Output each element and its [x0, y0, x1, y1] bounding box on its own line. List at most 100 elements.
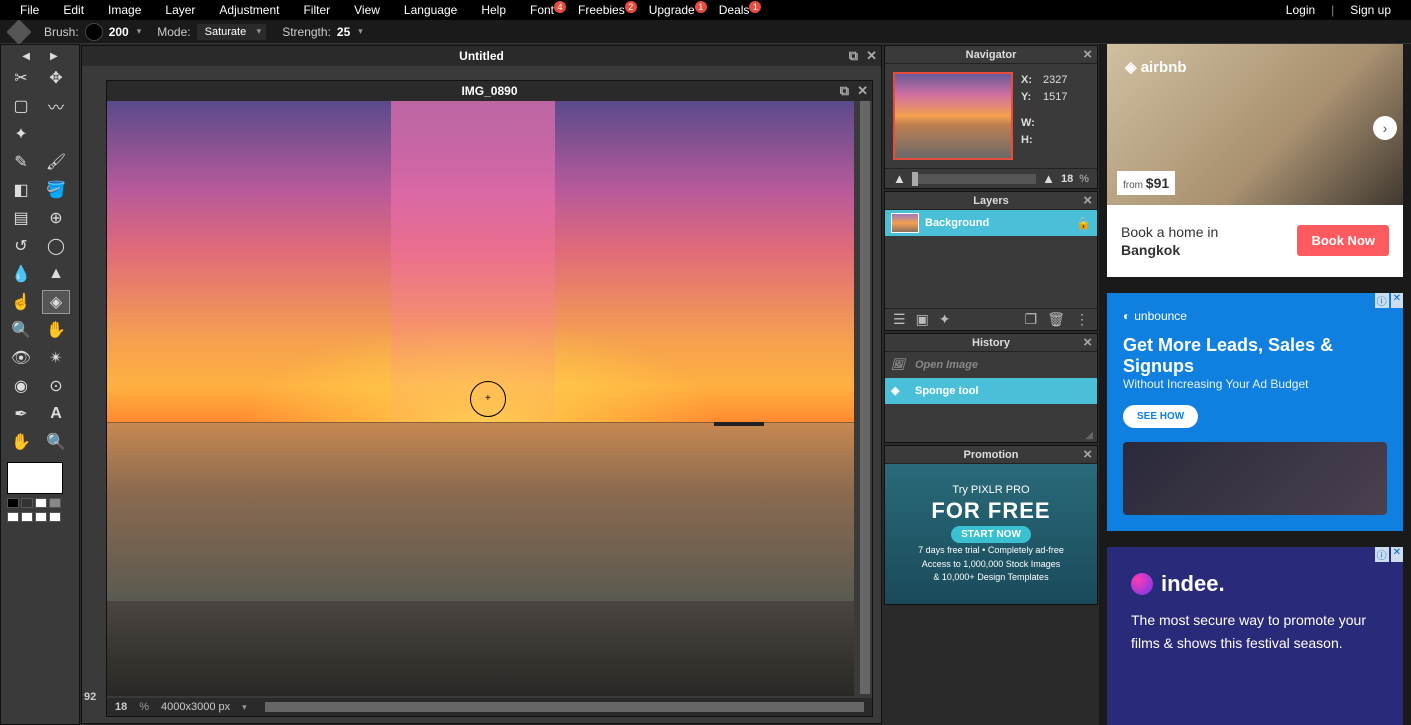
chevron-down-icon[interactable]: ▾: [137, 26, 142, 37]
new-layer-icon[interactable]: ❐: [1025, 311, 1038, 328]
history-item[interactable]: ◈ Sponge tool: [885, 378, 1097, 404]
mode-select[interactable]: Saturate: [197, 24, 267, 40]
strength-value[interactable]: 25: [337, 25, 350, 39]
ad-airbnb[interactable]: ⓘ✕ ◈ airbnb › from $91 Book a home inBan…: [1107, 44, 1403, 277]
badge: 1: [749, 1, 761, 13]
more-icon[interactable]: ⋮: [1075, 311, 1089, 328]
marquee-tool[interactable]: ▢: [7, 94, 35, 118]
chevron-right-icon[interactable]: ›: [1373, 116, 1397, 140]
layer-fx-icon[interactable]: ✦: [939, 311, 951, 328]
stamp-tool[interactable]: ⊕: [42, 206, 70, 230]
nav-y-value: 1517: [1043, 89, 1067, 106]
menu-language[interactable]: Language: [394, 1, 467, 19]
nav-zoom-value[interactable]: 18: [1061, 173, 1073, 185]
promo-banner[interactable]: Try PIXLR PRO FOR FREE START NOW 7 days …: [885, 464, 1097, 604]
menu-help[interactable]: Help: [471, 1, 516, 19]
eraser-tool[interactable]: ◧: [7, 178, 35, 202]
menu-deals[interactable]: Deals1: [709, 1, 760, 19]
type-tool[interactable]: A: [42, 402, 70, 426]
ad-close-icon[interactable]: ✕: [1391, 293, 1403, 308]
menu-view[interactable]: View: [344, 1, 390, 19]
sponge-icon: ◈: [891, 384, 909, 398]
crop-tool[interactable]: ✂: [7, 66, 35, 90]
menu-freebies[interactable]: Freebies2: [568, 1, 635, 19]
dodge-tool[interactable]: 🔍: [7, 318, 35, 342]
zoom-out-icon[interactable]: ▲: [893, 171, 906, 186]
replace-color-tool[interactable]: ↺: [7, 234, 35, 258]
close-icon[interactable]: ✕: [866, 48, 877, 64]
ad-close-icon[interactable]: ✕: [1391, 547, 1403, 562]
minimize-icon[interactable]: ⧉: [849, 48, 858, 64]
horizontal-scrollbar[interactable]: [265, 702, 864, 712]
sponge-tool-icon: [6, 19, 31, 44]
color-swatches-2[interactable]: [7, 512, 73, 522]
sponge-tool[interactable]: ◈: [42, 290, 70, 314]
close-icon[interactable]: ×: [1083, 334, 1092, 351]
menu-file[interactable]: File: [10, 1, 49, 19]
minimize-icon[interactable]: ⧉: [840, 83, 849, 99]
login-link[interactable]: Login: [1276, 1, 1325, 19]
menu-font[interactable]: Font4: [520, 1, 564, 19]
status-zoom[interactable]: 18: [115, 701, 127, 713]
empty: [42, 122, 70, 146]
close-icon[interactable]: ✕: [857, 83, 868, 99]
color-swatches[interactable]: [7, 498, 73, 508]
menu-filter[interactable]: Filter: [293, 1, 340, 19]
burn-tool[interactable]: ✋: [42, 318, 70, 342]
menu-image[interactable]: Image: [98, 1, 151, 19]
layers-settings-icon[interactable]: ☰: [893, 311, 906, 328]
lock-icon[interactable]: 🔒: [1076, 216, 1091, 230]
toolbox-prev-icon[interactable]: ◀: [22, 51, 30, 62]
menu-edit[interactable]: Edit: [53, 1, 94, 19]
blur-tool[interactable]: 💧: [7, 262, 35, 286]
ad-info-icon[interactable]: ⓘ: [1375, 293, 1389, 308]
redeye-tool[interactable]: 👁: [7, 346, 35, 370]
bloat-tool[interactable]: ◉: [7, 374, 35, 398]
foreground-color[interactable]: [7, 462, 63, 494]
wand-tool[interactable]: ✦: [7, 122, 35, 146]
canvas[interactable]: [107, 101, 854, 696]
signup-link[interactable]: Sign up: [1340, 1, 1401, 19]
smudge-tool[interactable]: ☝: [7, 290, 35, 314]
menu-upgrade[interactable]: Upgrade1: [639, 1, 705, 19]
spot-heal-tool[interactable]: ✴: [42, 346, 70, 370]
lasso-tool[interactable]: 〰: [42, 94, 70, 118]
close-icon[interactable]: ×: [1083, 192, 1092, 209]
brush-cursor-icon: [470, 381, 506, 417]
move-tool[interactable]: ✥: [42, 66, 70, 90]
zoom-slider[interactable]: [912, 174, 1036, 184]
zoom-in-icon[interactable]: ▲: [1042, 171, 1055, 186]
toolbox-next-icon[interactable]: ▶: [50, 51, 58, 62]
close-icon[interactable]: ×: [1083, 46, 1092, 63]
chevron-down-icon[interactable]: ▾: [242, 702, 247, 713]
brush-tool[interactable]: 🖌: [42, 150, 70, 174]
gradient-tool[interactable]: ▤: [7, 206, 35, 230]
layer-mask-icon[interactable]: ▣: [916, 311, 929, 328]
vertical-scrollbar[interactable]: [860, 101, 870, 694]
nav-x-value: 2327: [1043, 72, 1067, 89]
menu-layer[interactable]: Layer: [155, 1, 205, 19]
ad-indee[interactable]: ⓘ✕ indee. The most secure way to promote…: [1107, 547, 1403, 725]
ruler-value: 92: [84, 691, 96, 703]
brush-preview-icon[interactable]: [85, 23, 103, 41]
bucket-tool[interactable]: 🪣: [42, 178, 70, 202]
navigator-thumbnail[interactable]: [893, 72, 1013, 160]
layer-name: Background: [925, 217, 989, 229]
menu-adjustment[interactable]: Adjustment: [209, 1, 289, 19]
brush-size-value[interactable]: 200: [109, 25, 129, 39]
delete-layer-icon[interactable]: 🗑: [1047, 311, 1065, 328]
pinch-tool[interactable]: ⊙: [42, 374, 70, 398]
pencil-tool[interactable]: ✎: [7, 150, 35, 174]
history-item[interactable]: 🖼 Open Image: [885, 352, 1097, 378]
resize-grip-icon[interactable]: ◢: [885, 430, 1097, 442]
chevron-down-icon[interactable]: ▾: [358, 26, 363, 37]
ad-info-icon[interactable]: ⓘ: [1375, 547, 1389, 562]
ad-unbounce[interactable]: ⓘ✕ ◐ unbounce Get More Leads, Sales & Si…: [1107, 293, 1403, 532]
close-icon[interactable]: ×: [1083, 446, 1092, 463]
eyedropper-tool[interactable]: ✒: [7, 402, 35, 426]
hand-tool[interactable]: ✋: [7, 430, 35, 454]
layer-row[interactable]: Background 🔒: [885, 210, 1097, 236]
zoom-tool[interactable]: 🔍: [42, 430, 70, 454]
sharpen-tool[interactable]: ▲: [42, 262, 70, 286]
drawing-tool[interactable]: ◯: [42, 234, 70, 258]
